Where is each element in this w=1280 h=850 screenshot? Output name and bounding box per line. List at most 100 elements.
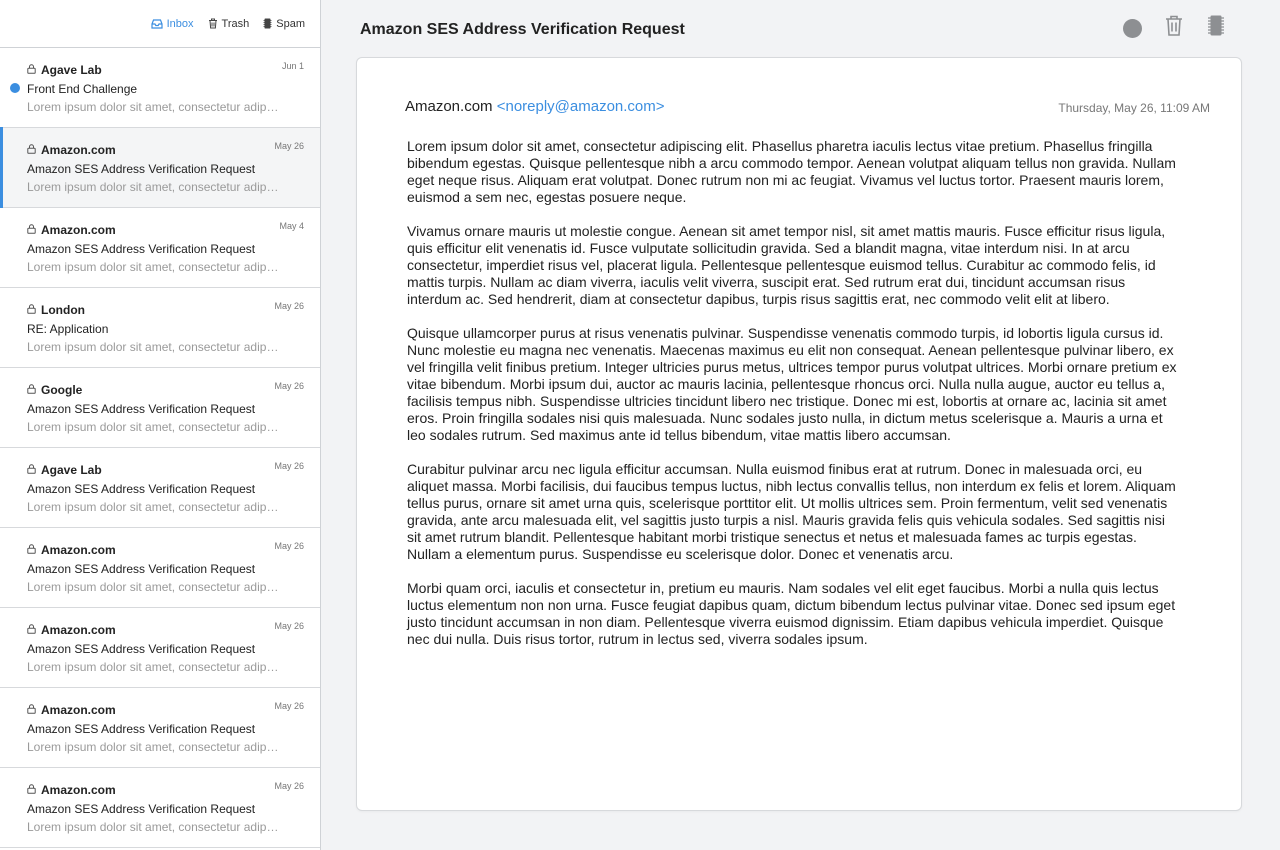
mail-preview: Lorem ipsum dolor sit amet, consectetur … — [27, 340, 280, 354]
mail-date: May 4 — [279, 221, 304, 231]
mark-unread-button[interactable] — [1122, 17, 1142, 39]
sender-address[interactable]: <noreply@amazon.com> — [497, 98, 665, 115]
mail-sender: Amazon.com — [27, 223, 306, 237]
mail-list-item[interactable]: Amazon.com May 26 Amazon SES Address Ver… — [0, 688, 320, 768]
mail-date: May 26 — [274, 461, 304, 471]
sender-name: Amazon.com — [405, 98, 493, 115]
folder-bar: Inbox Trash Spam — [0, 0, 320, 48]
mail-app: Inbox Trash Spam Agave Lab Jun 1 Front E… — [0, 0, 1280, 850]
lock-icon — [27, 463, 36, 477]
mail-sender: Agave Lab — [27, 63, 306, 77]
mail-subject: Amazon SES Address Verification Request — [27, 562, 256, 576]
message-pane: Amazon SES Address Verification Request — [321, 0, 1280, 850]
trash-icon — [1165, 15, 1183, 41]
lock-icon — [27, 303, 36, 317]
mail-preview: Lorem ipsum dolor sit amet, consectetur … — [27, 260, 280, 274]
mail-subject: Amazon SES Address Verification Request — [27, 722, 256, 736]
mail-sender: Google — [27, 383, 306, 397]
mail-preview: Lorem ipsum dolor sit amet, consectetur … — [27, 500, 280, 514]
lock-icon — [27, 783, 36, 797]
folder-label: Trash — [221, 17, 250, 30]
mail-date: May 26 — [274, 141, 304, 151]
folder-label: Inbox — [166, 17, 194, 30]
mail-preview: Lorem ipsum dolor sit amet, consectetur … — [27, 100, 280, 114]
delete-button[interactable] — [1164, 15, 1184, 41]
message-header: Amazon SES Address Verification Request — [321, 0, 1280, 58]
mail-sender-name: Amazon.com — [41, 143, 116, 157]
folder-label: Spam — [276, 17, 305, 30]
mail-date: Jun 1 — [281, 61, 304, 71]
folder-tab-inbox[interactable]: Inbox — [151, 18, 194, 30]
spam-button[interactable] — [1206, 15, 1226, 41]
mark-unread-icon — [1122, 18, 1142, 38]
mail-sender-name: Amazon.com — [41, 623, 116, 637]
mail-list-item[interactable]: Google May 26 Amazon SES Address Verific… — [0, 368, 320, 448]
mail-sender: Amazon.com — [27, 143, 306, 157]
spam-icon — [263, 18, 272, 29]
message-paragraph: Vivamus ornare mauris ut molestie congue… — [407, 223, 1166, 307]
mail-sender: Amazon.com — [27, 703, 306, 717]
mail-subject: Amazon SES Address Verification Request — [27, 802, 256, 816]
lock-icon — [27, 543, 36, 557]
mail-list-item[interactable]: Amazon.com May 26 Amazon SES Address Ver… — [0, 768, 320, 848]
mail-sender-name: Agave Lab — [41, 63, 102, 77]
mail-sender-name: Google — [41, 383, 83, 397]
message-sender: Amazon.com <noreply@amazon.com> — [405, 98, 665, 115]
mail-preview: Lorem ipsum dolor sit amet, consectetur … — [27, 580, 280, 594]
message-paragraph: Curabitur pulvinar arcu nec ligula effic… — [407, 461, 1176, 562]
mail-subject: Front End Challenge — [27, 82, 138, 96]
mail-subject: Amazon SES Address Verification Request — [27, 242, 256, 256]
mail-sender-name: Amazon.com — [41, 783, 116, 797]
mail-preview: Lorem ipsum dolor sit amet, consectetur … — [27, 660, 280, 674]
lock-icon — [27, 63, 36, 77]
mail-list-item[interactable]: Amazon.com May 26 Amazon SES Address Ver… — [0, 528, 320, 608]
message-toolbar — [1122, 15, 1226, 41]
mail-list-item[interactable]: London May 26 RE: Application Lorem ipsu… — [0, 288, 320, 368]
trash-icon — [208, 18, 218, 29]
inbox-icon — [151, 18, 163, 29]
mail-list-item[interactable]: Agave Lab Jun 1 Front End Challenge Lore… — [0, 48, 320, 128]
mail-subject: Amazon SES Address Verification Request — [27, 642, 256, 656]
message-card: Amazon.com <noreply@amazon.com> Thursday… — [356, 57, 1242, 811]
spam-icon — [1208, 15, 1224, 41]
unread-indicator — [10, 83, 20, 93]
mail-list-item[interactable]: Amazon.com May 26 Amazon SES Address Ver… — [0, 608, 320, 688]
mail-sender-name: London — [41, 303, 85, 317]
mail-date: May 26 — [274, 301, 304, 311]
mail-subject: RE: Application — [27, 322, 109, 336]
folder-tab-spam[interactable]: Spam — [263, 18, 305, 30]
lock-icon — [27, 703, 36, 717]
mail-sender: Amazon.com — [27, 623, 306, 637]
mail-date: May 26 — [274, 621, 304, 631]
mail-subject: Amazon SES Address Verification Request — [27, 162, 256, 176]
mail-list-item[interactable]: Amazon.com May 4 Amazon SES Address Veri… — [0, 208, 320, 288]
mail-date: May 26 — [274, 381, 304, 391]
message-paragraph: Morbi quam orci, iaculis et consectetur … — [407, 580, 1176, 647]
mail-sender-name: Amazon.com — [41, 703, 116, 717]
message-body: Lorem ipsum dolor sit amet, consectetur … — [407, 138, 1179, 665]
lock-icon — [27, 143, 36, 157]
mail-sender-name: Agave Lab — [41, 463, 102, 477]
mail-list-item[interactable]: Agave Lab May 26 Amazon SES Address Veri… — [0, 448, 320, 528]
mail-date: May 26 — [274, 701, 304, 711]
mail-sender: Amazon.com — [27, 783, 306, 797]
mail-subject: Amazon SES Address Verification Request — [27, 482, 256, 496]
lock-icon — [27, 223, 36, 237]
folder-tab-trash[interactable]: Trash — [208, 17, 250, 30]
mail-subject: Amazon SES Address Verification Request — [27, 402, 256, 416]
mail-date: May 26 — [274, 781, 304, 791]
mail-preview: Lorem ipsum dolor sit amet, consectetur … — [27, 740, 280, 754]
mail-list-item[interactable]: Amazon.com May 26 Amazon SES Address Ver… — [0, 127, 320, 208]
sidebar: Inbox Trash Spam Agave Lab Jun 1 Front E… — [0, 0, 321, 850]
lock-icon — [27, 623, 36, 637]
mail-sender: Agave Lab — [27, 463, 306, 477]
lock-icon — [27, 383, 36, 397]
mail-preview: Lorem ipsum dolor sit amet, consectetur … — [27, 420, 280, 434]
mail-sender-name: Amazon.com — [41, 543, 116, 557]
mail-sender-name: Amazon.com — [41, 223, 116, 237]
mail-sender: London — [27, 303, 306, 317]
mail-preview: Lorem ipsum dolor sit amet, consectetur … — [27, 180, 280, 194]
mail-date: May 26 — [274, 541, 304, 551]
message-date: Thursday, May 26, 11:09 AM — [1058, 101, 1210, 115]
mail-sender: Amazon.com — [27, 543, 306, 557]
